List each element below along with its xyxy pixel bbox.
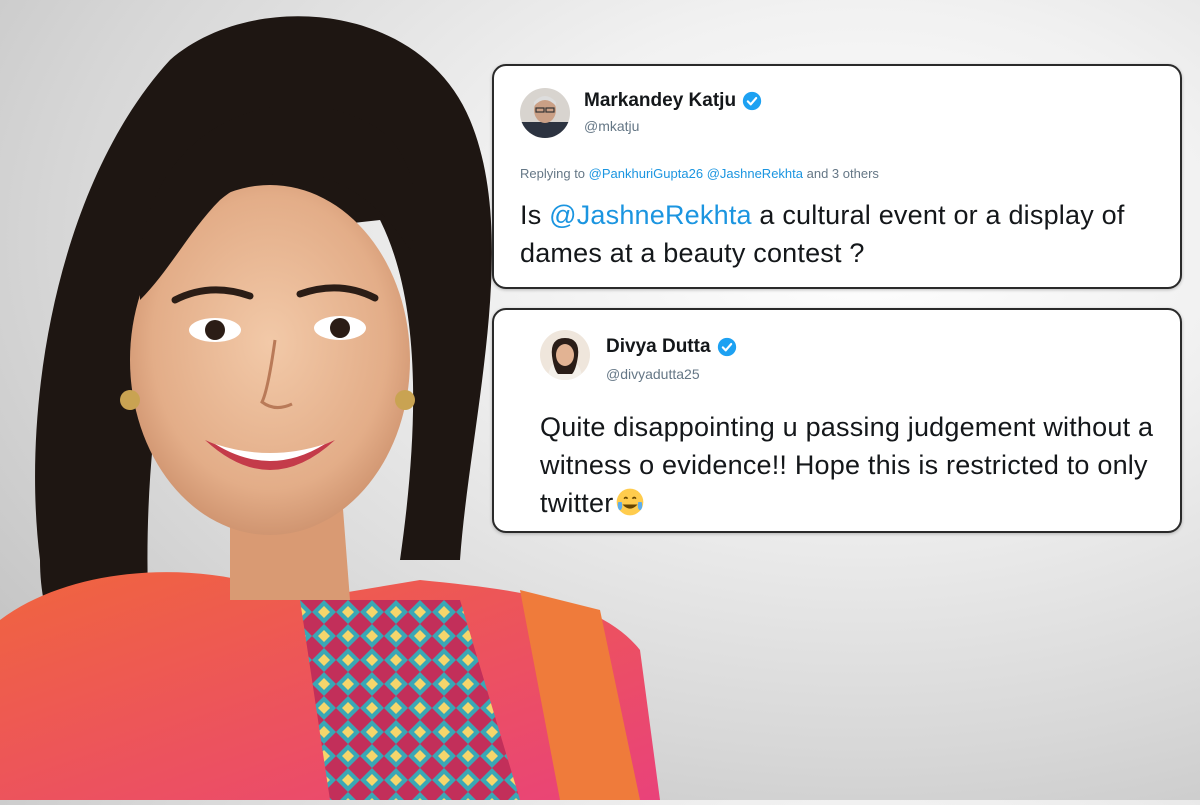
verified-badge-icon (717, 337, 736, 357)
replying-to-line: Replying to @PankhuriGupta26 @JashneRekh… (520, 166, 879, 181)
avatar[interactable] (520, 88, 570, 138)
tweet-card-divya-dutta: Divya Dutta @divyadutta25 Quite disappoi… (492, 308, 1182, 533)
verified-badge-icon (742, 91, 762, 111)
tweet-author-handle[interactable]: @divyadutta25 (606, 366, 700, 382)
reply-mention-link[interactable]: @PankhuriGupta26 (589, 166, 703, 181)
tweet-text: Is @JashneRekhta a cultural event or a d… (520, 200, 1125, 268)
tweet-text: Quite disappointing u passing judgement … (540, 412, 1154, 518)
tweet-author-name[interactable]: Divya Dutta (606, 336, 737, 358)
tweet-card-markandey-katju: Markandey Katju @mkatju Replying to @Pan… (492, 64, 1182, 289)
face-with-tears-of-joy-icon (617, 488, 644, 516)
tweet-author-handle[interactable]: @mkatju (584, 118, 639, 134)
tweet-author-name[interactable]: Markandey Katju (584, 90, 762, 112)
avatar[interactable] (540, 330, 590, 380)
reply-mention-link[interactable]: @JashneRekhta (707, 166, 803, 181)
mention-link[interactable]: @JashneRekhta (549, 200, 752, 230)
